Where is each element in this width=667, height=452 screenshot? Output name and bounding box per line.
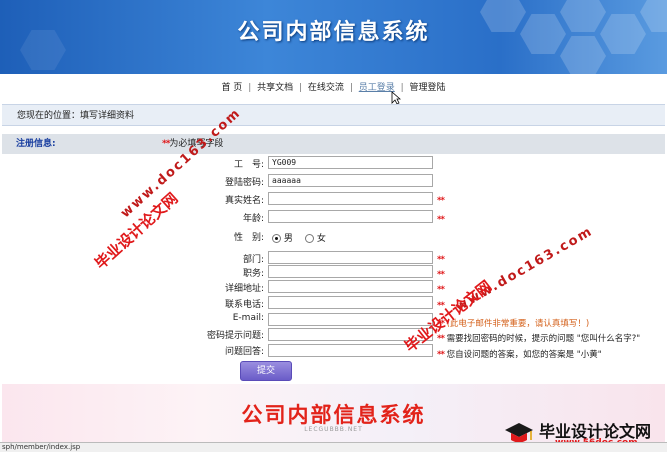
submit-button[interactable]: 提交	[240, 361, 292, 381]
nav-separator: |	[248, 83, 252, 93]
phone-label: 联系电话:	[224, 300, 264, 310]
age-label: 年龄:	[242, 214, 264, 224]
breadcrumb: 您现在的位置：填写详细资料	[2, 104, 665, 126]
row-address: 详细地址: **	[0, 280, 667, 295]
nav-admin-login[interactable]: 管理登陆	[410, 80, 446, 93]
row-answer: 问题回答: ** 您自设问题的答案，如您的答案是 "小黄"	[0, 344, 667, 360]
position-input[interactable]	[268, 265, 433, 278]
row-question: 密码提示问题: ** 需要找回密码的时候，提示的问题 "您叫什么名字?"	[0, 328, 667, 344]
gender-female-option[interactable]: 女	[305, 231, 326, 244]
password-input[interactable]: aaaaaa	[268, 174, 433, 187]
email-label: E-mail:	[232, 313, 264, 323]
gender-label: 性 别:	[233, 233, 264, 243]
row-employee-no: 工 号: YG009	[0, 156, 667, 170]
question-note: ** 需要找回密码的时候，提示的问题 "您叫什么名字?"	[437, 334, 641, 344]
mouse-cursor-icon	[391, 91, 401, 105]
nav-employee-login[interactable]: 员工登录	[359, 80, 395, 93]
row-password: 登陆密码: aaaaaa	[0, 174, 667, 188]
nav-separator: |	[349, 83, 353, 93]
register-section-header: 注册信息: **为必填写字段	[2, 134, 665, 154]
row-email: E-mail: ** (此电子邮件非常重要，请认真填写！)	[0, 313, 667, 329]
required-star: **	[437, 196, 445, 206]
required-star: **	[437, 215, 445, 225]
email-input[interactable]	[268, 313, 433, 326]
real-name-input[interactable]	[268, 192, 433, 205]
register-label: 注册信息:	[16, 139, 56, 149]
main-nav: 首 页 | 共享文档 | 在线交流 | 员工登录 | 管理登陆	[0, 80, 667, 98]
nav-shared-docs[interactable]: 共享文档	[257, 80, 293, 93]
row-phone: 联系电话: **	[0, 296, 667, 311]
nav-home[interactable]: 首 页	[221, 80, 242, 93]
department-input[interactable]	[268, 251, 433, 264]
required-star: **	[437, 255, 445, 265]
row-real-name: 真实姓名: **	[0, 192, 667, 206]
address-label: 详细地址:	[224, 284, 264, 294]
answer-note: ** 您自设问题的答案，如您的答案是 "小黄"	[437, 350, 602, 360]
employee-no-label: 工 号:	[233, 160, 264, 170]
answer-label: 问题回答:	[224, 347, 264, 357]
radio-male[interactable]	[272, 234, 281, 243]
department-label: 部门:	[242, 255, 264, 265]
radio-female[interactable]	[305, 234, 314, 243]
nav-separator: |	[299, 83, 303, 93]
header-banner: 公司内部信息系统	[0, 0, 667, 74]
nav-online-chat[interactable]: 在线交流	[308, 80, 344, 93]
real-name-label: 真实姓名:	[224, 196, 264, 206]
address-input[interactable]	[268, 280, 433, 293]
required-star: **	[437, 270, 445, 280]
age-input[interactable]	[268, 210, 433, 223]
required-star: **	[437, 285, 445, 295]
question-label: 密码提示问题:	[206, 331, 264, 341]
password-label: 登陆密码:	[224, 178, 264, 188]
site-title: 公司内部信息系统	[237, 20, 430, 45]
gender-male-option[interactable]: 男	[272, 231, 293, 244]
row-age: 年龄: **	[0, 210, 667, 225]
phone-input[interactable]	[268, 296, 433, 309]
employee-no-input[interactable]: YG009	[268, 156, 433, 169]
position-label: 职务:	[242, 269, 264, 279]
